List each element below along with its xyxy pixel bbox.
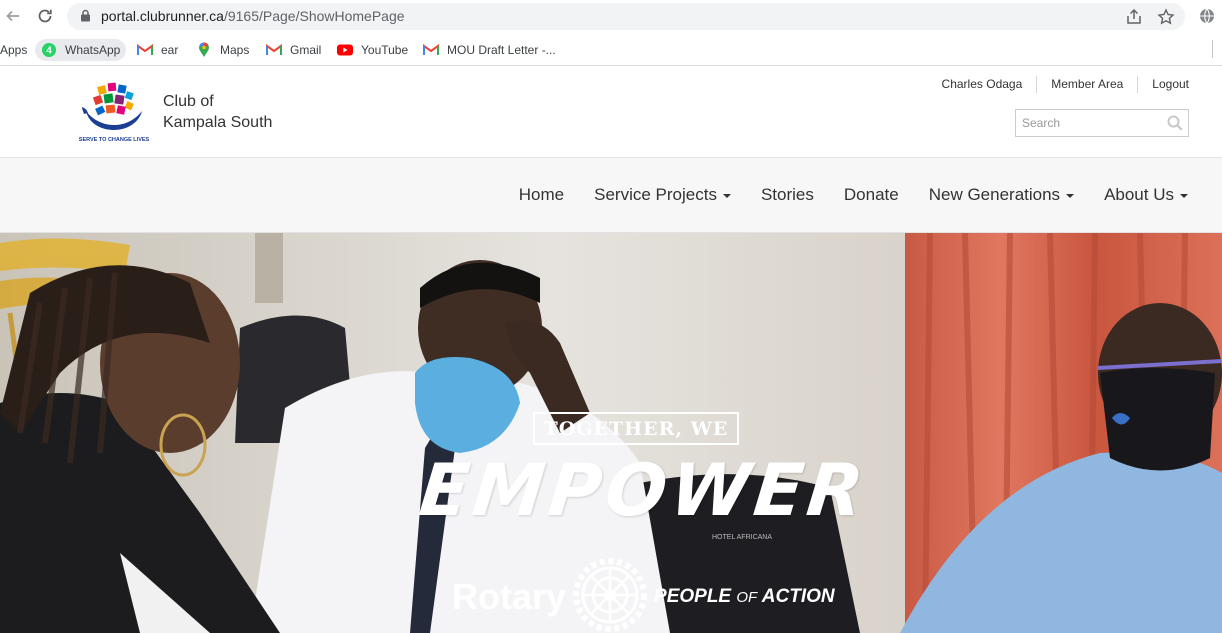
url-text: portal.clubrunner.ca/9165/Page/ShowHomeP… — [101, 8, 405, 24]
address-bar[interactable]: portal.clubrunner.ca/9165/Page/ShowHomeP… — [67, 3, 1185, 30]
nav-label: About Us — [1104, 185, 1174, 204]
bookmark-label: YouTube — [361, 43, 409, 57]
slogan-part: ACTION — [757, 586, 835, 607]
bookmark-whatsapp[interactable]: 4 WhatsApp — [35, 39, 127, 61]
nav-stories[interactable]: Stories — [761, 185, 814, 205]
nav-service-projects[interactable]: Service Projects — [594, 185, 731, 205]
nav-about-us[interactable]: About Us — [1104, 185, 1188, 205]
nav-new-generations[interactable]: New Generations — [928, 185, 1075, 205]
browser-toolbar: portal.clubrunner.ca/9165/Page/ShowHomeP… — [0, 0, 1222, 33]
logout-link[interactable]: Logout — [1137, 76, 1189, 93]
search-icon[interactable] — [1166, 114, 1184, 137]
nav-label: Home — [518, 185, 565, 204]
reload-icon[interactable] — [34, 5, 56, 27]
bookmark-label: Gmail — [290, 43, 322, 57]
nav-donate[interactable]: Donate — [844, 185, 899, 205]
logo-tagline: SERVE TO CHANGE LIVES — [79, 137, 150, 143]
hero-badge: TOGETHER, WE — [533, 412, 739, 445]
slogan-part: PEOPLE — [654, 586, 737, 607]
nav-label: Stories — [760, 185, 814, 204]
club-logo[interactable]: SERVE TO CHANGE LIVES — [78, 77, 150, 143]
hero-banner: HOTEL AFRICANA TOGETHER, WE EMPOWER Rota… — [0, 233, 1222, 633]
search-input[interactable] — [1016, 110, 1156, 136]
nav-label: Service Projects — [594, 185, 717, 204]
whatsapp-icon: 4 — [41, 42, 57, 58]
gmail-icon — [266, 42, 282, 58]
gmail-icon — [137, 42, 153, 58]
user-name-link[interactable]: Charles Odaga — [942, 76, 1037, 93]
nav-label: Donate — [843, 185, 899, 204]
svg-text:4: 4 — [46, 46, 52, 57]
lock-icon — [80, 9, 91, 27]
gmail-icon — [423, 42, 439, 58]
hero-headline: EMPOWER — [415, 448, 872, 532]
search-box — [1015, 109, 1189, 137]
rotary-wordmark: Rotary — [452, 576, 567, 617]
bookmark-maps[interactable]: Maps — [196, 39, 249, 61]
bookmark-mou-draft[interactable]: MOU Draft Letter -... — [423, 39, 556, 61]
main-navigation: Home Service Projects Stories Donate New… — [0, 157, 1222, 233]
youtube-icon — [337, 42, 353, 58]
extension-globe-icon[interactable] — [1198, 7, 1216, 25]
nav-home[interactable]: Home — [519, 185, 564, 205]
bookmark-label: ear — [161, 43, 179, 57]
bookmarks-bar: Apps 4 WhatsApp ear Maps Gmail YouTube M… — [0, 33, 1222, 66]
bookmark-apps[interactable]: Apps — [0, 39, 27, 61]
share-icon[interactable] — [1125, 8, 1143, 26]
bookmarks-divider — [1212, 40, 1213, 58]
club-name-line2: Kampala South — [163, 114, 273, 131]
caret-down-icon — [722, 194, 731, 198]
site-header: SERVE TO CHANGE LIVES Club of Kampala So… — [0, 67, 1222, 157]
rotary-wheel-icon — [572, 557, 648, 633]
club-name[interactable]: Club of Kampala South — [163, 91, 272, 133]
bookmark-label: Apps — [0, 43, 28, 57]
bookmark-youtube[interactable]: YouTube — [337, 39, 408, 61]
people-of-action-slogan: PEOPLE OF ACTION — [654, 586, 835, 608]
club-name-line1: Club of — [163, 93, 214, 110]
hero-badge-text: TOGETHER, WE — [543, 417, 729, 440]
bookmark-label: Maps — [220, 43, 250, 57]
caret-down-icon — [1180, 194, 1188, 198]
slogan-part: OF — [736, 589, 758, 606]
back-arrow-icon[interactable] — [2, 5, 24, 27]
bookmark-label: MOU Draft Letter -... — [447, 43, 556, 57]
table-card-text: HOTEL AFRICANA — [712, 534, 772, 541]
bookmark-star-icon[interactable] — [1157, 8, 1175, 26]
nav-label: New Generations — [928, 185, 1061, 204]
member-area-link[interactable]: Member Area — [1036, 76, 1137, 93]
utility-links: Charles Odaga Member Area Logout — [942, 76, 1189, 93]
rotary-brand: Rotary PEOPLE OF ACTION — [452, 557, 835, 632]
bookmark-label: WhatsApp — [65, 43, 121, 57]
caret-down-icon — [1066, 194, 1075, 198]
bookmark-gmail[interactable]: Gmail — [266, 39, 321, 61]
maps-icon — [196, 42, 212, 58]
bookmark-ear[interactable]: ear — [137, 39, 178, 61]
